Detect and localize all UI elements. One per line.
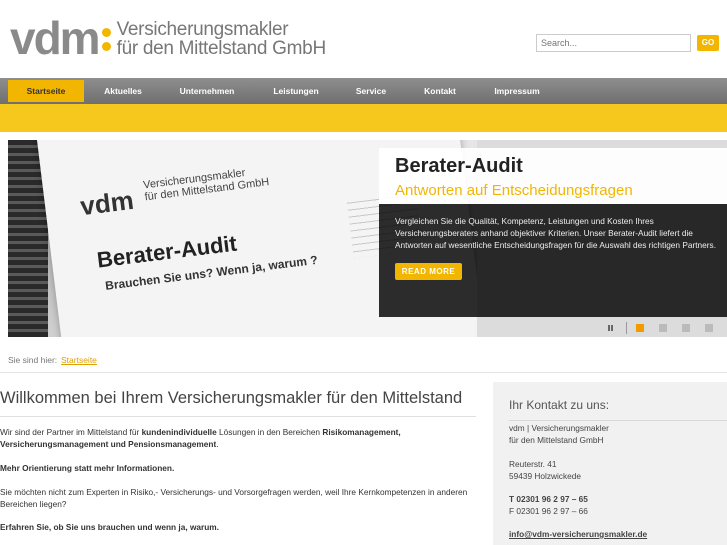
search-go-button[interactable]: GO: [697, 35, 719, 51]
nav-item-leistungen[interactable]: Leistungen: [260, 78, 332, 104]
breadcrumb-link-startseite[interactable]: Startseite: [61, 355, 97, 365]
orientation-paragraph: Mehr Orientierung statt mehr Information…: [0, 462, 470, 474]
contact-divider: [509, 420, 727, 421]
document-logo-text: Versicherungsmakler für den Mittelstand …: [143, 164, 270, 203]
header: vdm Versicherungsmakler für den Mittelst…: [0, 0, 727, 78]
slider-dot-1[interactable]: [636, 324, 644, 332]
logo-mark: vdm: [10, 14, 113, 61]
slider-dot-3[interactable]: [682, 324, 690, 332]
hero-slider: vdm Versicherungsmakler für den Mittelst…: [8, 140, 727, 337]
address-city: 59439 Holzwickede: [509, 471, 581, 481]
page-title: Willkommen bei Ihrem Versicherungsmakler…: [0, 389, 463, 407]
contact-sidebar: Ihr Kontakt zu uns: vdm | Versicherungsm…: [493, 382, 727, 545]
nav-item-kontakt[interactable]: Kontakt: [414, 78, 466, 104]
breadcrumb-divider: [0, 372, 727, 373]
slide-description: Vergleichen Sie die Qualität, Kompetenz,…: [395, 216, 716, 250]
phone-number: T 02301 96 2 97 – 65: [509, 494, 588, 504]
slide-title: Berater-Audit: [395, 155, 523, 177]
orientation-text: Mehr Orientierung statt mehr Information…: [0, 463, 175, 473]
read-more-button[interactable]: READ MORE: [395, 263, 462, 280]
yellow-band: [0, 104, 727, 132]
fax-number: F 02301 96 2 97 – 66: [509, 506, 588, 516]
contact-title: Ihr Kontakt zu uns:: [509, 398, 610, 412]
intro-text-3: .: [216, 439, 219, 449]
page: vdm Versicherungsmakler für den Mittelst…: [0, 0, 727, 545]
experts-paragraph: Sie möchten nicht zum Experten in Risiko…: [0, 487, 468, 509]
slide-description-box: Vergleichen Sie die Qualität, Kompetenz,…: [379, 204, 727, 317]
nav-item-unternehmen[interactable]: Unternehmen: [168, 78, 246, 104]
company-name-line-1: vdm | Versicherungsmakler: [509, 423, 609, 433]
logo-line-2: für den Mittelstand GmbH: [116, 38, 327, 59]
logo-text: Versicherungsmakler für den Mittelstand …: [116, 19, 327, 59]
nav-item-startseite[interactable]: Startseite: [8, 80, 84, 102]
logo-line-1: Versicherungsmakler: [116, 19, 289, 40]
breadcrumb-label: Sie sind hier:: [8, 355, 58, 365]
intro-bold-1: kundenindividuelle: [141, 427, 217, 437]
nav-item-aktuelles[interactable]: Aktuelles: [92, 78, 154, 104]
intro-text-2: Lösungen in den Bereichen: [216, 427, 323, 437]
pause-icon[interactable]: [606, 323, 616, 333]
nav-item-impressum[interactable]: Impressum: [484, 78, 550, 104]
main-nav: Startseite Aktuelles Unternehmen Leistun…: [0, 78, 727, 104]
search-input[interactable]: [536, 34, 691, 52]
intro-text-1: Wir sind der Partner im Mittelstand für: [0, 427, 142, 437]
controls-separator: [626, 322, 627, 334]
slide-subtitle: Antworten auf Entscheidungsfragen: [395, 182, 633, 199]
intro-paragraph: Wir sind der Partner im Mittelstand für …: [0, 426, 470, 450]
logo[interactable]: vdm Versicherungsmakler für den Mittelst…: [10, 14, 326, 64]
why-paragraph: Erfahren Sie, ob Sie uns brauchen und we…: [0, 521, 470, 533]
title-divider: [0, 416, 476, 417]
address-street: Reuterstr. 41: [509, 459, 557, 469]
email-link[interactable]: info@vdm-versicherungsmakler.de: [509, 529, 647, 539]
why-text: Erfahren Sie, ob Sie uns brauchen und we…: [0, 522, 219, 532]
logo-colon-icon: [101, 14, 113, 54]
slide-title-box: Berater-Audit Antworten auf Entscheidung…: [379, 148, 727, 204]
company-name-line-2: für den Mittelstand GmbH: [509, 435, 604, 445]
slider-dot-2[interactable]: [659, 324, 667, 332]
document-logo: vdm: [78, 184, 136, 222]
nav-item-service[interactable]: Service: [346, 78, 396, 104]
slider-dot-4[interactable]: [705, 324, 713, 332]
logo-mark-text: vdm: [10, 12, 101, 64]
slider-controls: [606, 322, 727, 334]
